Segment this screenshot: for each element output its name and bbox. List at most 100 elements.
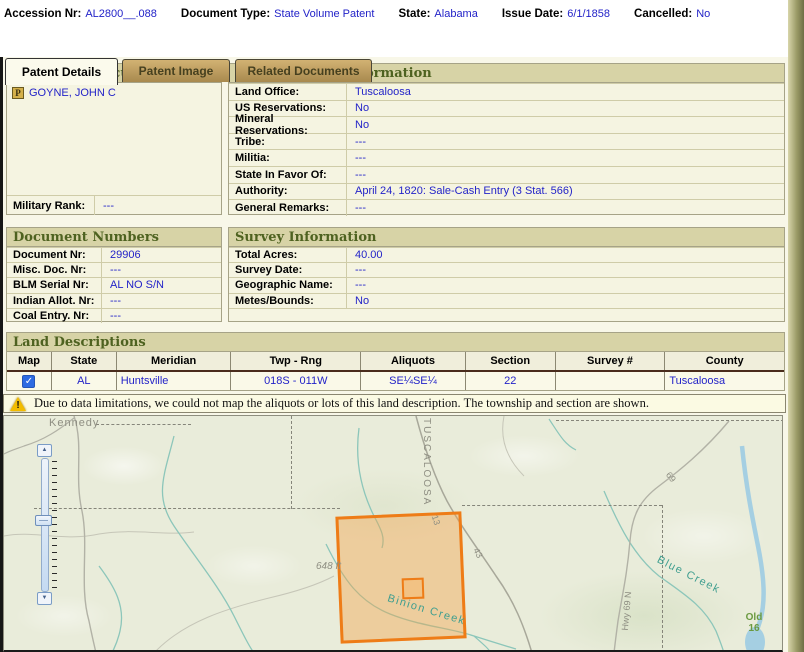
state-in-favor-row: State In Favor Of: --- [229,166,784,183]
tab-bar: Patent Details Patent Image Related Docu… [0,28,788,57]
accession-value: AL2800__.088 [85,8,157,20]
twp-rng-cell[interactable]: 018S - 011W [231,372,361,390]
state-label: State: [398,8,430,20]
military-rank-label: Military Rank: [7,196,95,215]
column-meridian: Meridian [117,352,232,370]
township-grid-line [462,505,662,506]
tribe-row: Tribe: --- [229,133,784,150]
total-acres-row: Total Acres: 40.00 [229,247,784,262]
land-table-row: ✓ AL Huntsville 018S - 011W SE¼SE¼ 22 Tu… [7,372,784,390]
land-office-row: Land Office: Tuscaloosa [229,83,784,100]
survey-information-box: Survey Information Total Acres: 40.00 Su… [228,227,785,322]
issue-date-label: Issue Date: [502,8,563,20]
military-rank-value: --- [95,200,114,212]
county-cell[interactable]: Tuscaloosa [665,372,784,390]
miscellaneous-information-box: Miscellaneous Information Land Office: T… [228,63,785,215]
page-edge-strip [788,0,804,652]
aliquots-cell[interactable]: SE¼SE¼ [361,372,466,390]
township-grid-line [662,505,663,652]
map-checkbox-cell: ✓ [7,372,52,390]
column-twp-rng: Twp - Rng [231,352,361,370]
column-map: Map [7,352,52,370]
map-checkbox[interactable]: ✓ [22,375,35,388]
patentee-row: P GOYNE, JOHN C [12,87,216,99]
patent-details-content: Names On Document P GOYNE, JOHN C Milita… [0,57,788,652]
metes-bounds-row: Metes/Bounds: No [229,293,784,308]
column-county: County [665,352,784,370]
zoom-slider-handle[interactable] [35,515,52,526]
field-value: --- [102,264,121,276]
state-value: Alabama [434,8,477,20]
field-label: Misc. Doc. Nr: [7,263,102,277]
map-label-town: Kennedy [49,417,99,429]
column-aliquots: Aliquots [361,352,466,370]
township-map[interactable]: Kennedy TUSCALOOSA 648 ft Binion Creek B… [3,415,783,652]
tab-patent-image[interactable]: Patent Image [122,59,230,82]
state-cell[interactable]: AL [52,372,117,390]
tab-patent-details[interactable]: Patent Details [5,58,118,85]
field-value: No [347,102,369,114]
field-label: Metes/Bounds: [229,294,347,308]
field-label: Total Acres: [229,248,347,262]
patentee-name-link[interactable]: GOYNE, JOHN C [29,87,116,99]
warning-icon: ! [10,397,26,411]
tab-related-documents[interactable]: Related Documents [235,59,372,82]
survey-nr-cell [556,372,666,390]
accession-label: Accession Nr: [4,8,81,20]
coal-entry-nr-row: Coal Entry. Nr: --- [7,308,221,323]
names-list: P GOYNE, JOHN C [7,83,221,195]
township-grid-line [34,508,340,509]
field-label: Militia: [229,150,347,166]
field-value: --- [102,310,121,322]
state-field: State: Alabama [398,8,477,20]
doctype-value: State Volume Patent [274,8,374,20]
mineral-reservations-row: Mineral Reservations: No [229,116,784,133]
empty-row [229,308,784,322]
cancelled-value: No [696,8,710,20]
names-on-document-box: Names On Document P GOYNE, JOHN C Milita… [6,63,222,215]
indian-allot-nr-row: Indian Allot. Nr: --- [7,293,221,308]
column-section: Section [466,352,556,370]
military-rank-row: Military Rank: --- [7,195,221,215]
authority-link[interactable]: April 24, 1820: Sale-Cash Entry (3 Stat.… [347,185,573,197]
cancelled-field: Cancelled: No [634,8,710,20]
zoom-in-button[interactable]: ▲ [37,444,52,457]
zoom-slider-ticks [52,461,57,593]
field-label: Survey Date: [229,263,347,277]
authority-row: Authority: April 24, 1820: Sale-Cash Ent… [229,183,784,200]
record-header: Accession Nr: AL2800__.088 Document Type… [0,0,788,28]
document-numbers-box: Document Numbers Document Nr: 29906 Misc… [6,227,222,322]
doctype-label: Document Type: [181,8,270,20]
survey-information-title: Survey Information [229,228,784,247]
militia-row: Militia: --- [229,149,784,166]
land-office-link[interactable]: Tuscaloosa [347,86,411,98]
field-value: --- [347,169,366,181]
field-value: AL NO S/N [102,279,164,291]
township-grid-line [96,424,191,425]
field-label: Geographic Name: [229,278,347,292]
field-value: --- [347,264,366,276]
field-label: Document Nr: [7,248,102,262]
township-grid-line [291,416,292,509]
field-value: --- [347,279,366,291]
map-warning-banner: ! Due to data limitations, we could not … [3,394,786,413]
issue-date-field: Issue Date: 6/1/1858 [502,8,610,20]
issue-date-value: 6/1/1858 [567,8,610,20]
general-remarks-row: General Remarks: --- [229,199,784,216]
field-value: 29906 [102,249,141,261]
zoom-out-button[interactable]: ▼ [37,592,52,605]
land-descriptions-box: Land Descriptions Map State Meridian Twp… [6,332,785,391]
field-label: Authority: [229,184,347,200]
field-label: General Remarks: [229,200,347,216]
meridian-cell[interactable]: Huntsville [117,372,232,390]
patent-details-page: Accession Nr: AL2800__.088 Document Type… [0,0,804,652]
patentee-icon: P [12,87,24,99]
survey-date-row: Survey Date: --- [229,262,784,277]
section-cell[interactable]: 22 [466,372,556,390]
land-table-header: Map State Meridian Twp - Rng Aliquots Se… [7,352,784,372]
document-nr-row: Document Nr: 29906 [7,247,221,262]
warning-text: Due to data limitations, we could not ma… [34,396,649,411]
geographic-name-row: Geographic Name: --- [229,277,784,292]
field-label: Coal Entry. Nr: [7,309,102,323]
cancelled-label: Cancelled: [634,8,692,20]
